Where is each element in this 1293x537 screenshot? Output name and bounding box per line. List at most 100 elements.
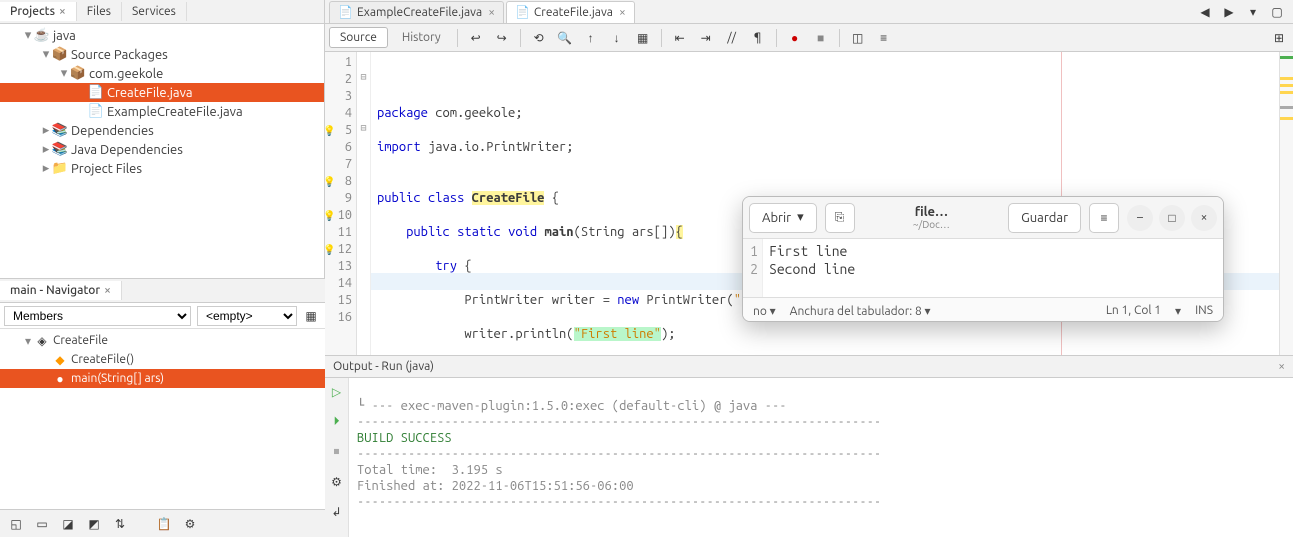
- close-icon[interactable]: ×: [59, 5, 66, 18]
- rerun-all-icon[interactable]: ⏵: [327, 412, 347, 432]
- settings-icon[interactable]: ⚙: [327, 472, 347, 492]
- editor-tab-createfile[interactable]: 📄CreateFile.java×: [506, 1, 635, 23]
- run-icon[interactable]: ●: [785, 28, 805, 48]
- tree-file-createfile[interactable]: 📄CreateFile.java: [0, 83, 324, 102]
- toggle-highlight-icon[interactable]: ▦: [633, 28, 653, 48]
- tab-projects[interactable]: Projects×: [0, 2, 77, 21]
- prev-bookmark-icon[interactable]: ↑: [581, 28, 601, 48]
- nav-constructor[interactable]: ◆CreateFile(): [0, 350, 325, 369]
- lib-icon: 📚: [52, 142, 68, 158]
- coffee-icon: ☕: [34, 28, 50, 44]
- tree-project-files[interactable]: ▸📁Project Files: [0, 159, 324, 178]
- output-text[interactable]: └ --- exec-maven-plugin:1.5.0:exec (defa…: [349, 378, 1293, 537]
- nonpublic-icon[interactable]: ◩: [84, 514, 104, 534]
- stop-icon[interactable]: ■: [811, 28, 831, 48]
- static-icon[interactable]: ◪: [58, 514, 78, 534]
- filter-config-icon[interactable]: ▦: [301, 306, 321, 326]
- line-gutter: 1234 567 8910 111213 141516: [325, 52, 357, 355]
- method-icon: ●: [52, 371, 68, 387]
- inherited-icon[interactable]: ◱: [6, 514, 26, 534]
- projects-tabs: Projects× Files Services: [0, 0, 324, 24]
- hamburger-icon[interactable]: ≡: [1089, 203, 1119, 233]
- prev-tab-icon[interactable]: ◀: [1195, 2, 1215, 22]
- back-icon[interactable]: ↩: [466, 28, 486, 48]
- editor-menu-icon[interactable]: ⊞: [1269, 28, 1289, 48]
- dropdown-tabs-icon[interactable]: ▾: [1243, 2, 1263, 22]
- fold-gutter[interactable]: ⊟⊟: [357, 52, 371, 355]
- navigator-filter: Members <empty> ▦: [0, 303, 325, 329]
- package-icon: 📦: [52, 47, 68, 63]
- wrap-icon[interactable]: ↲: [327, 502, 347, 522]
- lib-icon: 📚: [52, 123, 68, 139]
- forward-icon[interactable]: ↪: [492, 28, 512, 48]
- minimize-icon[interactable]: –: [1127, 205, 1153, 231]
- nav-class[interactable]: ▾◈CreateFile: [0, 331, 325, 350]
- java-file-icon: 📄: [88, 85, 104, 101]
- editor-tab-example[interactable]: 📄ExampleCreateFile.java×: [329, 1, 504, 23]
- java-file-icon: 📄: [338, 5, 353, 19]
- find-sel-icon[interactable]: 🔍: [555, 28, 575, 48]
- navigator-toolbar: ◱ ▭ ◪ ◩ ⇅ 📋 ⚙: [0, 509, 325, 537]
- comment-icon[interactable]: //: [722, 28, 742, 48]
- close-icon[interactable]: ×: [1191, 205, 1217, 231]
- close-icon[interactable]: ×: [488, 6, 495, 19]
- shift-right-icon[interactable]: ⇥: [696, 28, 716, 48]
- tab-services[interactable]: Services: [122, 2, 187, 21]
- project-tree: ▾☕java ▾📦Source Packages ▾📦com.geekole 📄…: [0, 24, 324, 276]
- tree-package[interactable]: ▾📦com.geekole: [0, 64, 324, 83]
- output-gutter: ▷ ⏵ ⏹ ⚙ ↲: [325, 378, 349, 537]
- filter-icon[interactable]: ⚙: [180, 514, 200, 534]
- gedit-line: First line: [769, 242, 1217, 260]
- class-icon: ◈: [34, 333, 50, 349]
- new-tab-icon[interactable]: ⎘: [825, 203, 855, 233]
- tree-java-dependencies[interactable]: ▸📚Java Dependencies: [0, 140, 324, 159]
- java-file-icon: 📄: [515, 5, 530, 19]
- open-button[interactable]: Abrir ▾: [749, 203, 817, 233]
- tree-file-examplecreatefile[interactable]: 📄ExampleCreateFile.java: [0, 102, 324, 121]
- files-icon: 📁: [52, 161, 68, 177]
- gedit-window: Abrir ▾ ⎘ file… ~/Doc… Guardar ≡ – □ × 1…: [742, 196, 1224, 322]
- members-dropdown[interactable]: Members: [4, 306, 191, 326]
- stop-icon[interactable]: ⏹: [327, 442, 347, 462]
- split-icon[interactable]: ◫: [848, 28, 868, 48]
- history-button[interactable]: History: [394, 28, 449, 47]
- navigator-tab[interactable]: main - Navigator×: [0, 281, 122, 300]
- tab-width-dropdown[interactable]: Anchura del tabulador: 8 ▾: [790, 304, 931, 318]
- gedit-gutter: 12: [743, 239, 763, 297]
- options-icon[interactable]: ≡: [874, 28, 894, 48]
- goto-dropdown[interactable]: ▾: [1175, 304, 1181, 318]
- close-icon[interactable]: ×: [104, 284, 111, 297]
- rerun-icon[interactable]: ▷: [327, 382, 347, 402]
- fields-icon[interactable]: ▭: [32, 514, 52, 534]
- source-button[interactable]: Source: [329, 27, 388, 48]
- last-edit-icon[interactable]: ⟲: [529, 28, 549, 48]
- tree-src-packages[interactable]: ▾📦Source Packages: [0, 45, 324, 64]
- sort-icon[interactable]: ⇅: [110, 514, 130, 534]
- close-icon[interactable]: ×: [619, 6, 626, 19]
- package-icon: 📦: [70, 66, 86, 82]
- close-icon[interactable]: ×: [1278, 360, 1285, 373]
- cursor-position: Ln 1, Col 1: [1106, 304, 1161, 317]
- tab-files[interactable]: Files: [77, 2, 122, 21]
- editor-tabs: 📄ExampleCreateFile.java× 📄CreateFile.jav…: [325, 0, 1293, 24]
- maximize-icon[interactable]: □: [1159, 205, 1185, 231]
- tree-project[interactable]: ▾☕java: [0, 26, 324, 45]
- next-bookmark-icon[interactable]: ↓: [607, 28, 627, 48]
- maximize-icon[interactable]: ▢: [1267, 2, 1287, 22]
- next-tab-icon[interactable]: ▶: [1219, 2, 1239, 22]
- gedit-header[interactable]: Abrir ▾ ⎘ file… ~/Doc… Guardar ≡ – □ ×: [743, 197, 1223, 239]
- java-file-icon: 📄: [88, 104, 104, 120]
- insert-mode[interactable]: INS: [1195, 304, 1213, 317]
- gedit-statusbar: no ▾ Anchura del tabulador: 8 ▾ Ln 1, Co…: [743, 297, 1223, 322]
- constructor-icon: ◆: [52, 352, 68, 368]
- doc-icon[interactable]: 📋: [154, 514, 174, 534]
- save-button[interactable]: Guardar: [1008, 203, 1081, 233]
- syntax-dropdown[interactable]: no ▾: [753, 304, 776, 318]
- gedit-text-area[interactable]: 12 First line Second line: [743, 239, 1223, 297]
- error-stripe[interactable]: [1279, 52, 1293, 355]
- scope-dropdown[interactable]: <empty>: [197, 306, 297, 326]
- uncomment-icon[interactable]: ¶: [748, 28, 768, 48]
- nav-main[interactable]: ●main(String[] ars): [0, 369, 325, 388]
- shift-left-icon[interactable]: ⇤: [670, 28, 690, 48]
- tree-dependencies[interactable]: ▸📚Dependencies: [0, 121, 324, 140]
